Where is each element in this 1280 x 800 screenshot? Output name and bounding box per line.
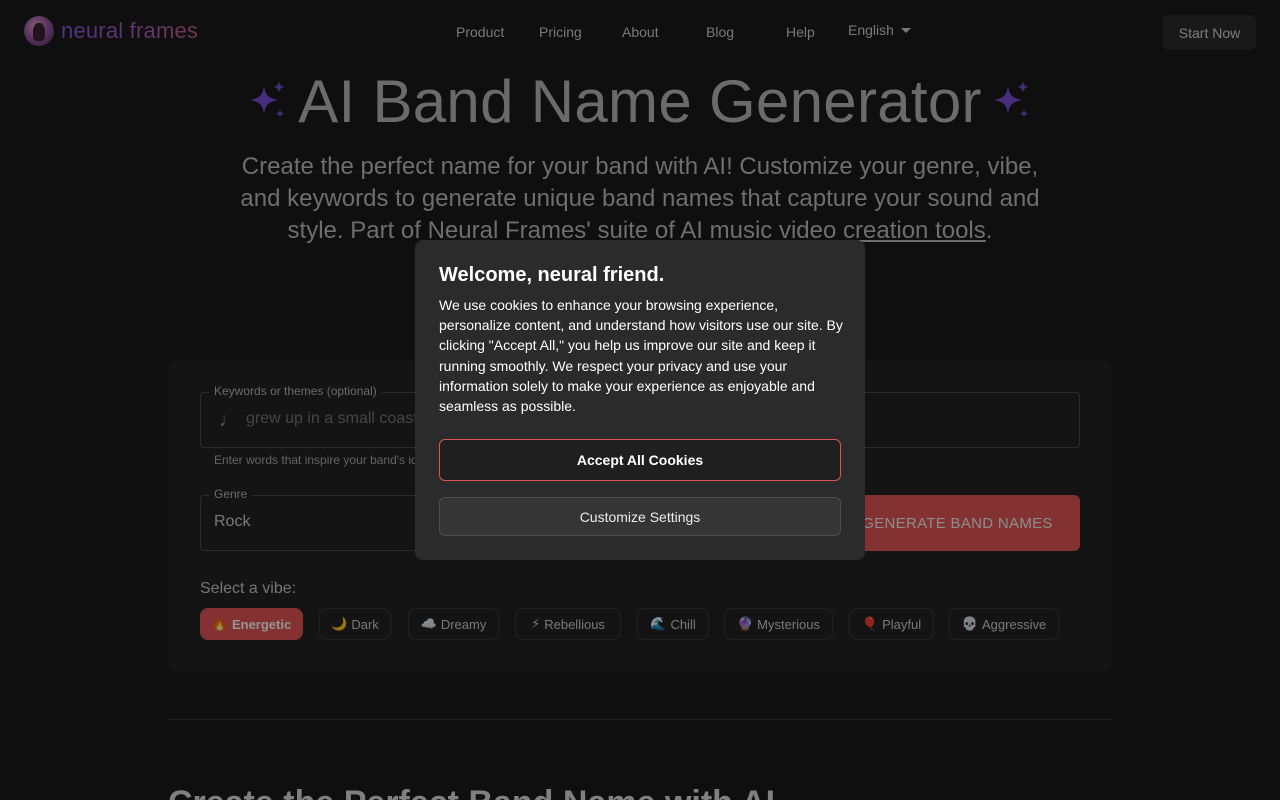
cookie-dialog-title: Welcome, neural friend.: [439, 264, 665, 286]
cookie-dialog-body: We use cookies to enhance your browsing …: [439, 297, 843, 415]
accept-all-cookies-button[interactable]: Accept All Cookies: [439, 439, 841, 481]
customize-settings-button[interactable]: Customize Settings: [439, 497, 841, 536]
cookie-consent-dialog: Welcome, neural friend. We use cookies t…: [415, 240, 865, 560]
